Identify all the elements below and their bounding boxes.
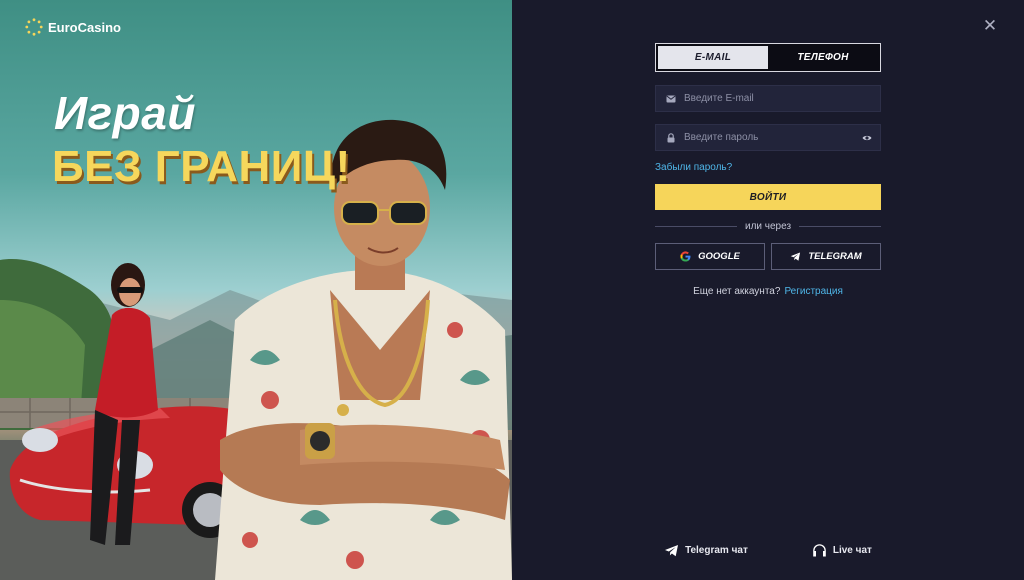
google-login-button[interactable]: GOOGLE [655, 243, 765, 270]
telegram-login-button[interactable]: TELEGRAM [771, 243, 881, 270]
telegram-chat-label: Telegram чат [685, 545, 748, 556]
email-input[interactable] [684, 93, 872, 104]
tab-phone[interactable]: ТЕЛЕФОН [768, 46, 878, 69]
google-button-label: GOOGLE [698, 251, 740, 262]
telegram-button-label: TELEGRAM [808, 251, 862, 262]
forgot-password-link[interactable]: Забыли пароль? [655, 162, 881, 173]
google-icon [680, 251, 691, 262]
promo-banner: EuroCasino Играй БЕЗ ГРАНИЦ! [0, 0, 512, 580]
tab-email[interactable]: E-MAIL [658, 46, 768, 69]
live-chat-link[interactable]: Live чат [812, 543, 872, 558]
brand-logo[interactable]: EuroCasino [25, 18, 121, 36]
lock-icon [667, 132, 675, 142]
close-icon[interactable]: ✕ [982, 17, 998, 34]
promo-headline-line2: БЕЗ ГРАНИЦ! [52, 142, 351, 191]
telegram-chat-link[interactable]: Telegram чат [664, 543, 748, 558]
register-prompt: Еще нет аккаунта? Регистрация [655, 286, 881, 297]
auth-panel: ✕ E-MAIL ТЕЛЕФОН Введите E-mail Забыли п… [512, 0, 1024, 580]
divider-line-left [655, 226, 737, 227]
telegram-icon [791, 252, 801, 261]
divider-line-right [799, 226, 882, 227]
eye-icon[interactable] [862, 133, 872, 143]
promo-headline-line1: Играй [54, 87, 196, 139]
logo-stars-icon [25, 18, 43, 36]
login-modal: EuroCasino Играй БЕЗ ГРАНИЦ! ✕ E-MAIL ТЕ… [0, 0, 1024, 580]
social-divider: или через [655, 221, 882, 232]
register-link[interactable]: Регистрация [784, 286, 842, 297]
login-method-tabs: E-MAIL ТЕЛЕФОН [655, 43, 881, 72]
live-chat-icon [813, 544, 826, 557]
live-chat-label: Live чат [832, 545, 872, 556]
mail-icon [666, 95, 676, 102]
support-links: Telegram чат Live чат [512, 543, 1024, 558]
social-login-row: GOOGLE TELEGRAM [655, 243, 881, 270]
telegram-chat-icon [665, 545, 679, 557]
login-button[interactable]: ВОЙТИ [655, 184, 881, 210]
brand-name: EuroCasino [48, 19, 121, 35]
no-account-text: Еще нет аккаунта? [693, 286, 781, 297]
login-form: E-MAIL ТЕЛЕФОН Введите E-mail Забыли пар… [655, 43, 882, 297]
email-field-wrapper [655, 85, 881, 112]
divider-text: или через [744, 221, 792, 232]
password-input[interactable] [684, 132, 854, 143]
password-field-wrapper [655, 124, 881, 151]
